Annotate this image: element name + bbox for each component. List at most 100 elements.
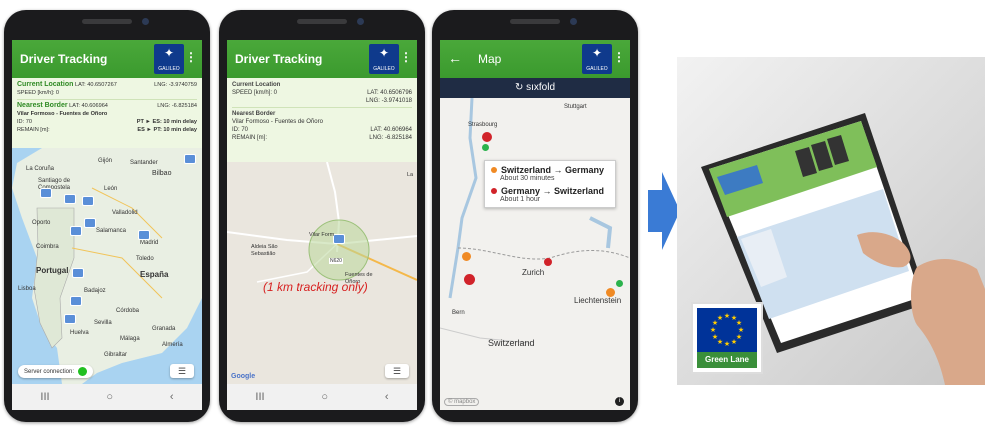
map-label: Bilbao xyxy=(152,170,172,177)
truck-pin-icon[interactable] xyxy=(64,314,76,324)
nearest-border-heading: Nearest Border xyxy=(17,102,68,109)
border-crossing-green-icon[interactable] xyxy=(482,144,489,151)
galileo-logo: ✦ GALILEO xyxy=(154,44,184,74)
info-icon[interactable]: i xyxy=(615,397,624,406)
current-lat: LAT: 40.6506796 xyxy=(367,90,412,96)
border-crossing-orange-icon[interactable] xyxy=(462,252,471,261)
border-id-label: ID: xyxy=(232,127,240,133)
home-button[interactable]: ○ xyxy=(321,391,328,403)
border-crossing-red-icon[interactable] xyxy=(464,274,475,285)
map-label: Sevilla xyxy=(94,320,112,326)
map-label: Gibraltar xyxy=(104,352,128,358)
current-location-heading: Current Location xyxy=(17,81,74,88)
switzerland-map[interactable]: Stuttgart Strasbourg Zurich Liechtenstei… xyxy=(440,98,630,410)
remain-label: REMAIN [m]: xyxy=(232,135,268,141)
border-name: Vilar Formoso - Fuentes de Oñoro xyxy=(232,119,323,125)
eu-stars: ★ ★★ ★★★ ★★★ ★★★ xyxy=(710,312,744,348)
app-bar: ← Map ✦ GALILEO ⋮ xyxy=(440,40,630,78)
speed-value: SPEED [km/h]: 0 xyxy=(232,90,278,96)
delay-pt-es: PT ► ES: 10 min delay xyxy=(136,119,197,125)
road-label: N620 xyxy=(329,258,343,264)
truck-pin-icon[interactable] xyxy=(64,194,76,204)
phone-screen: Driver Tracking ✦ GALILEO ⋮ Current Loca… xyxy=(12,40,202,410)
phone-speaker xyxy=(297,19,347,24)
map-label: Gijón xyxy=(98,158,113,164)
truck-pin-icon[interactable] xyxy=(40,188,52,198)
map-label: Santander xyxy=(130,160,158,166)
current-location-heading: Current Location xyxy=(232,82,281,88)
truck-pin-icon[interactable] xyxy=(184,154,196,164)
map-label: La Coruña xyxy=(26,166,55,172)
route-ch-de-time: About 30 minutes xyxy=(500,175,555,182)
app-bar: Driver Tracking ✦ GALILEO ⋮ xyxy=(12,40,202,78)
truck-pin-icon[interactable] xyxy=(70,296,82,306)
phone-speaker xyxy=(510,19,560,24)
map-label: Valladolid xyxy=(112,210,138,216)
svg-text:★: ★ xyxy=(717,314,723,322)
border-lng: LNG: -6.825184 xyxy=(369,135,412,141)
phone-camera xyxy=(570,18,577,25)
connected-indicator-icon xyxy=(78,367,88,376)
server-connection-status: Server connection: xyxy=(18,365,94,378)
route-row: Germany → Switzerland xyxy=(491,186,609,196)
kebab-icon[interactable]: ⋮ xyxy=(185,50,197,64)
border-zoom-map[interactable]: Aldeia São Sebastião Vilar Form N620 Fue… xyxy=(227,162,417,384)
back-arrow-icon[interactable]: ← xyxy=(448,50,462,66)
iberia-map[interactable]: Gijón Santander Bilbao La Coruña Santiag… xyxy=(12,148,202,384)
border-crossing-red-icon[interactable] xyxy=(482,132,492,142)
truck-pin-icon[interactable] xyxy=(333,234,345,244)
map-label: Madrid xyxy=(140,240,159,246)
speed-value: SPEED [km/h]: 0 xyxy=(17,90,59,96)
kebab-icon[interactable]: ⋮ xyxy=(613,50,625,64)
home-button[interactable]: ○ xyxy=(106,391,113,403)
truck-pin-icon[interactable] xyxy=(70,226,82,236)
eu-green-lane-badge: ★ ★ ★ ★ ★ ★ ★ ★ ★ ★ ★ ★ Green Lane xyxy=(691,302,763,374)
svg-text:★: ★ xyxy=(712,333,718,341)
map-label: Aldeia São Sebastião xyxy=(251,244,278,257)
back-button[interactable]: ‹ xyxy=(170,391,174,403)
map-label: León xyxy=(104,186,118,192)
info-panel: Current Location SPEED [km/h]: 0 LAT: 40… xyxy=(227,78,417,162)
kebab-icon[interactable]: ⋮ xyxy=(400,50,412,64)
map-label: La xyxy=(407,172,414,178)
map-label: Lisboa xyxy=(18,286,36,292)
tracking-note: (1 km tracking only) xyxy=(263,280,368,294)
route-ch-de: Switzerland → Germany xyxy=(501,165,605,175)
truck-pin-icon[interactable] xyxy=(84,218,96,228)
svg-text:★: ★ xyxy=(731,338,737,346)
remain-label: REMAIN [m]: xyxy=(17,127,50,133)
border-id-value: 70 xyxy=(25,119,32,125)
map-label: Badajoz xyxy=(84,288,106,294)
current-lat: LAT: 40.6507267 xyxy=(74,82,117,88)
phone-speaker xyxy=(82,19,132,24)
orange-dot-icon xyxy=(491,167,497,173)
truck-pin-icon[interactable] xyxy=(72,268,84,278)
map-label: Oporto xyxy=(32,220,51,226)
border-crossing-green-icon[interactable] xyxy=(616,280,623,287)
svg-text:★: ★ xyxy=(724,312,730,320)
nearest-border-heading: Nearest Border xyxy=(232,111,276,117)
menu-icon[interactable]: ☰ xyxy=(170,364,194,378)
border-crossing-red-icon[interactable] xyxy=(544,258,552,266)
divider xyxy=(232,107,412,108)
phone-driver-tracking-detail: Driver Tracking ✦ GALILEO ⋮ Current Loca… xyxy=(219,10,425,422)
back-button[interactable]: ‹ xyxy=(385,391,389,403)
border-name: Vilar Formoso - Fuentes de Oñoro xyxy=(17,111,108,117)
galileo-logo: ✦ GALILEO xyxy=(369,44,399,74)
truck-pin-icon[interactable] xyxy=(138,230,150,240)
green-lane-label: Green Lane xyxy=(697,352,757,368)
map-label: Liechtenstein xyxy=(574,296,622,305)
border-id-label: ID: xyxy=(17,119,25,125)
current-lng: LNG: -3.9740759 xyxy=(154,82,197,88)
border-crossing-orange-icon[interactable] xyxy=(606,288,615,297)
border-wait-popup: Switzerland → Germany About 30 minutes G… xyxy=(484,160,616,208)
map-label: Toledo xyxy=(136,256,154,262)
truck-pin-icon[interactable] xyxy=(82,196,94,206)
info-panel: Current Location LAT: 40.6507267 LNG: -3… xyxy=(12,78,202,148)
recent-apps-button[interactable]: III xyxy=(40,391,49,403)
map-label: Coimbra xyxy=(36,244,59,250)
mapbox-logo: © mapbox xyxy=(444,398,480,406)
recent-apps-button[interactable]: III xyxy=(255,391,264,403)
menu-icon[interactable]: ☰ xyxy=(385,364,409,378)
map-label: Málaga xyxy=(120,336,140,342)
